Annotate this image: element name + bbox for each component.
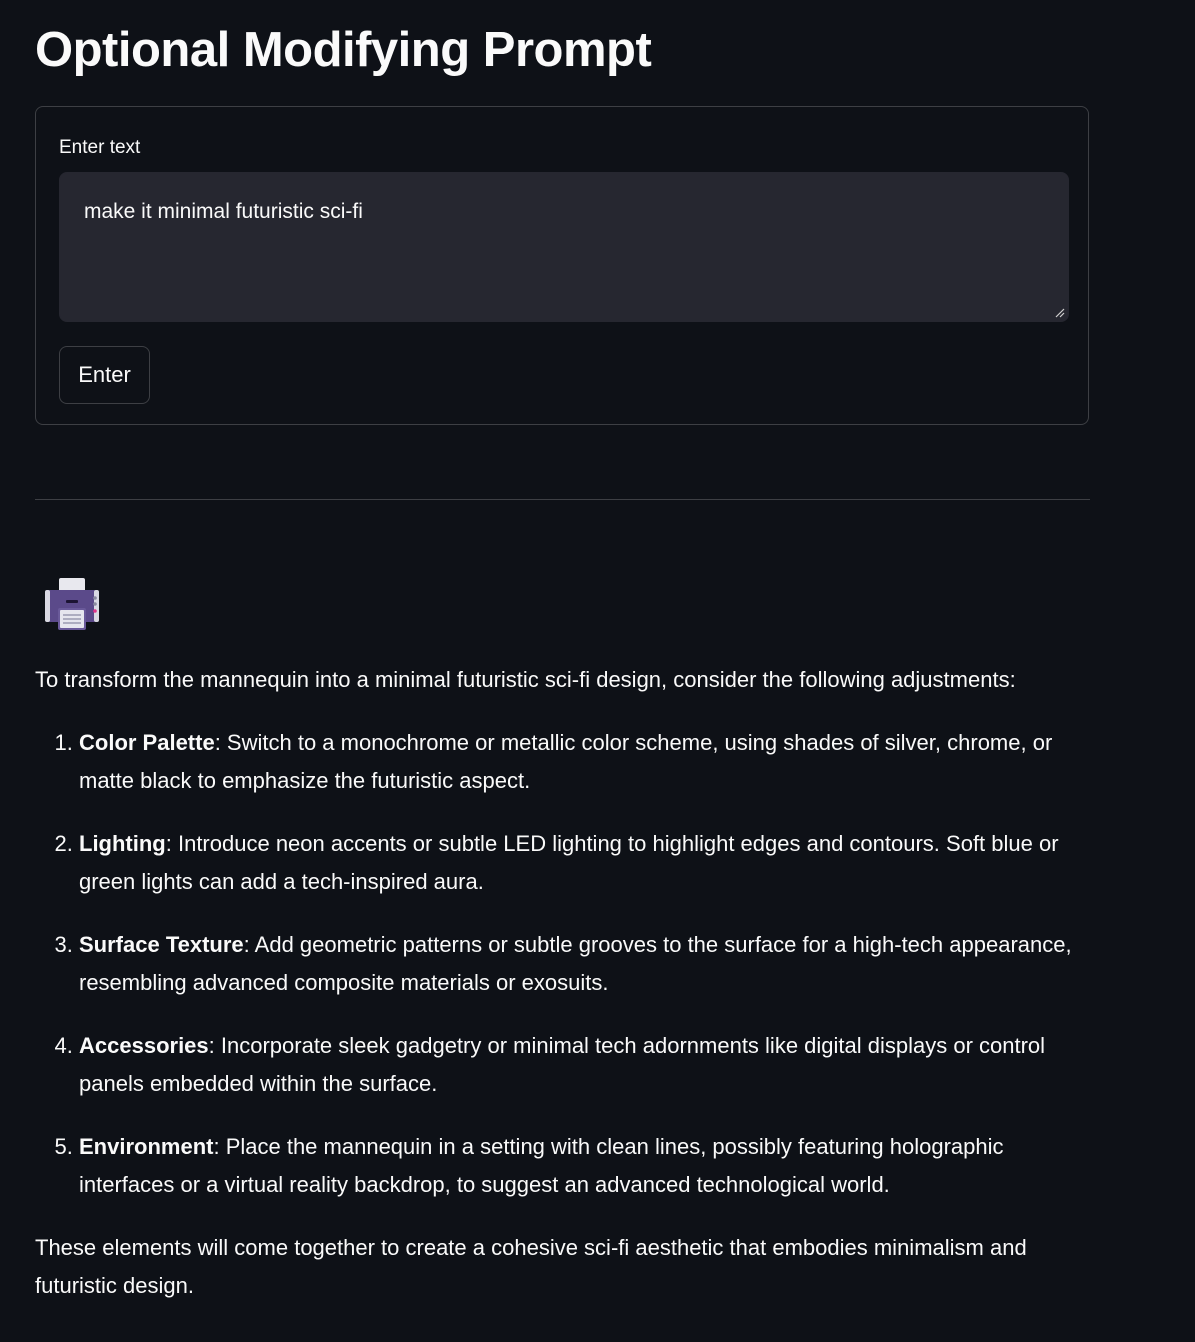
list-item-text: : Introduce neon accents or subtle LED l… [79,830,1059,895]
adjustment-list: Color Palette: Switch to a monochrome or… [35,724,1095,1205]
list-item: Surface Texture: Add geometric patterns … [79,926,1095,1003]
prompt-form: Enter text make it minimal futuristic sc… [35,106,1089,425]
text-field-label: Enter text [59,137,141,158]
list-item: Environment: Place the mannequin in a se… [79,1128,1095,1205]
list-item: Color Palette: Switch to a monochrome or… [79,724,1095,801]
divider [35,499,1090,500]
prompt-textarea-value: make it minimal futuristic sci-fi [84,200,363,223]
list-item-term: Accessories [79,1032,209,1058]
response-intro: To transform the mannequin into a minima… [35,667,1016,692]
list-item: Lighting: Introduce neon accents or subt… [79,825,1095,902]
enter-button[interactable]: Enter [59,346,150,404]
list-item-term: Environment [79,1133,214,1159]
printer-icon [45,578,99,630]
list-item-text: : Incorporate sleek gadgetry or minimal … [79,1032,1046,1097]
page: Optional Modifying Prompt Enter text mak… [0,0,1195,1342]
prompt-textarea[interactable]: make it minimal futuristic sci-fi [59,172,1069,322]
list-item-text: : Switch to a monochrome or metallic col… [79,729,1053,794]
list-item-term: Lighting [79,830,166,856]
list-item-term: Surface Texture [79,931,244,957]
page-title: Optional Modifying Prompt [35,23,652,77]
list-item: Accessories: Incorporate sleek gadgetry … [79,1027,1095,1104]
list-item-term: Color Palette [79,729,215,755]
response-outro: These elements will come together to cre… [35,1234,1027,1299]
assistant-response: To transform the mannequin into a minima… [35,661,1095,1306]
resize-handle-icon[interactable] [1055,308,1065,318]
list-item-text: : Place the mannequin in a setting with … [79,1133,1004,1198]
